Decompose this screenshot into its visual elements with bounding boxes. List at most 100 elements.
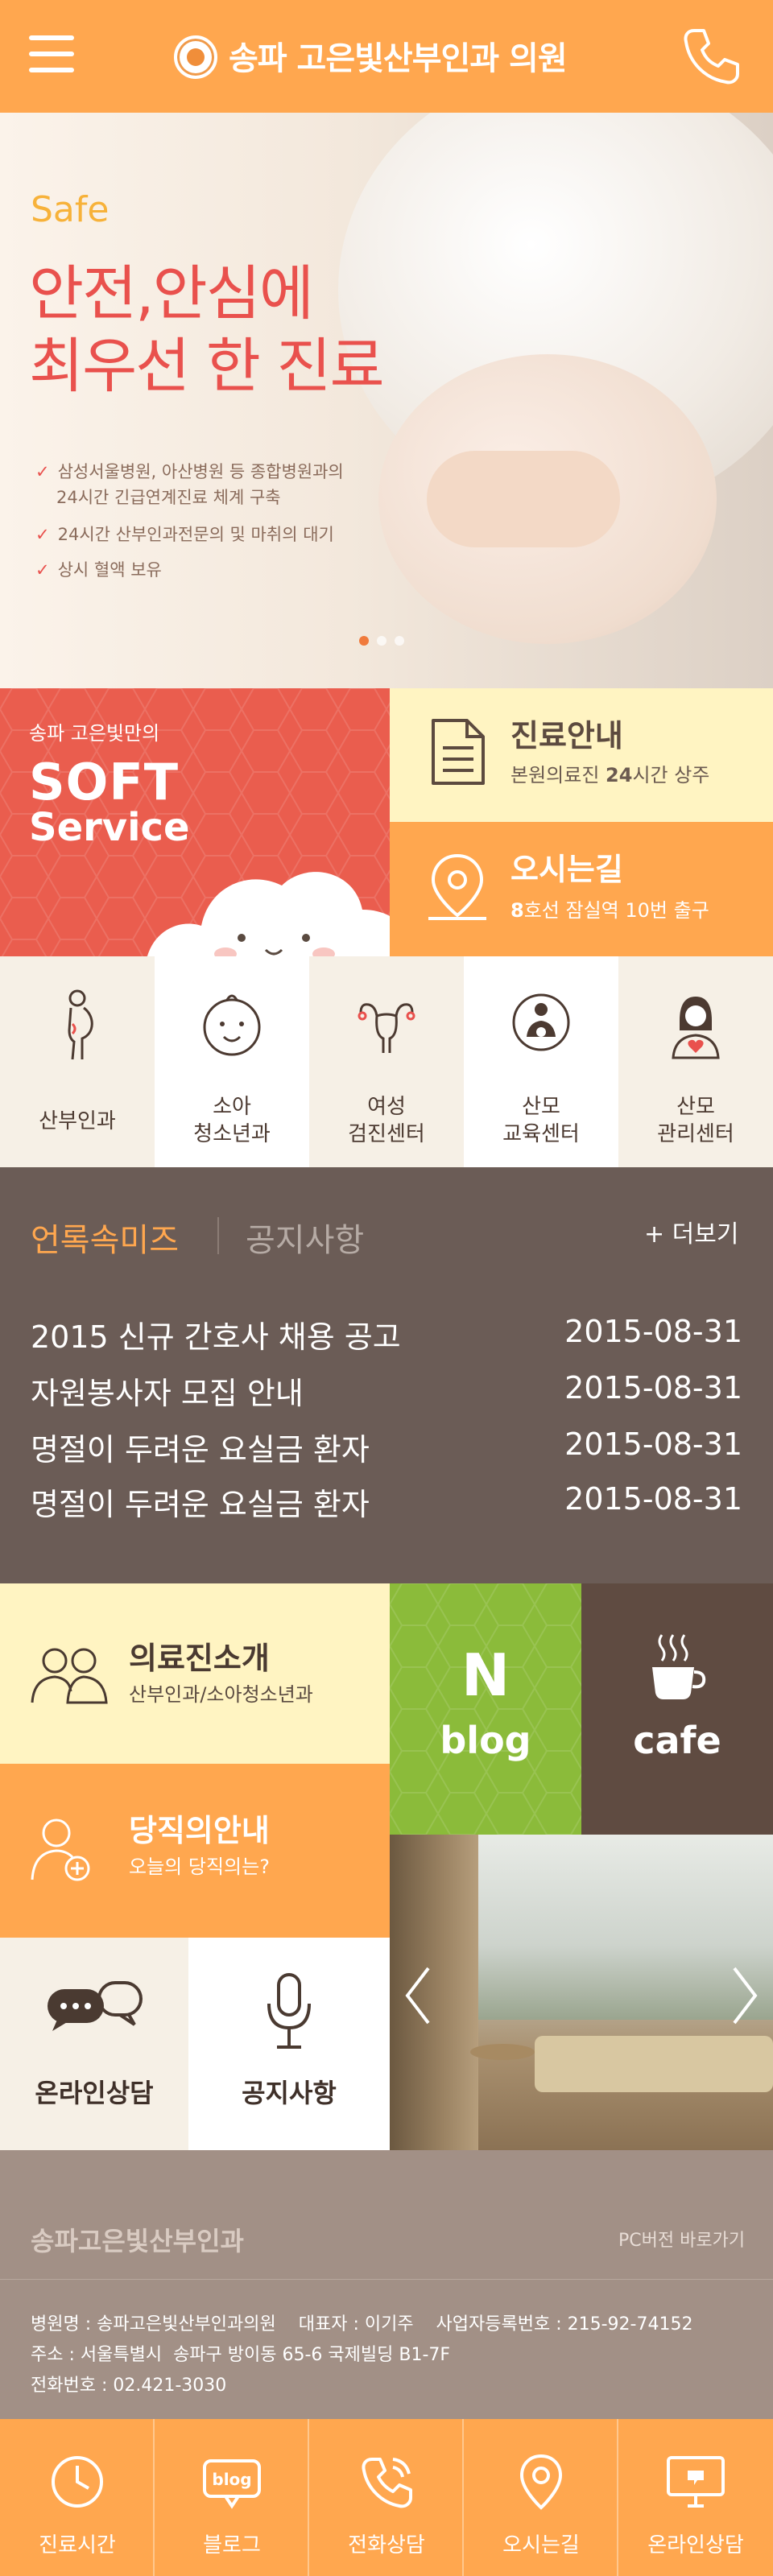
nav-label: 블로그 [203,2533,261,2557]
footer-info: 주소 : 서울특별시 송파구 방이동 65-6 국제빌딩 B1-7F [31,2345,451,2365]
gallery-sofa [535,2036,773,2092]
doctors-sub: 산부인과/소아청소년과 [129,1683,313,1706]
soft-service-title: SOFT [29,753,180,811]
notice-title: 명절이 두려운 요실금 환자 [31,1487,370,1522]
care-info-card[interactable]: 진료안내 본원의료진 24시간 상주 [390,688,773,822]
doctors-title: 의료진소개 [129,1641,270,1676]
nav-directions[interactable]: 오시는길 [464,2419,618,2576]
notice-date: 2015-08-31 [564,1370,742,1406]
online-consult-label: 온라인상담 [35,2078,154,2108]
center-mother-care[interactable]: 산모 관리센터 [618,956,773,1167]
slide-dots [359,636,404,646]
phone-icon [358,2453,415,2511]
footer-info: 전화번호 : 02.421-3030 [31,2376,227,2396]
nav-phone[interactable]: 전화상담 [309,2419,464,2576]
hospital-emblem-icon[interactable] [174,35,217,79]
facility-gallery[interactable] [390,1835,773,2150]
cafe-link[interactable]: cafe [581,1583,773,1835]
notice-row[interactable]: 명절이 두려운 요실금 환자 2015-08-31 [31,1425,742,1473]
slide-dot[interactable] [359,636,369,646]
center-women-checkup[interactable]: 여성 검진센터 [309,956,464,1167]
footer-brand: 송파고은빛산부인과 [31,2226,244,2256]
mother-heart-icon [663,989,728,1061]
online-consult-card[interactable]: 온라인상담 [0,1938,188,2150]
hexagon-pattern [390,1583,581,1835]
notice-row[interactable]: 명절이 두려운 요실금 환자 2015-08-31 [31,1480,742,1528]
directions-title: 오시는길 [511,852,623,887]
center-label: 산부인과 [39,1109,116,1133]
directions-card[interactable]: 오시는길 8호선 잠실역 10번 출구 [390,822,773,956]
baby-face-icon [200,989,264,1061]
tab-divider [217,1217,219,1254]
center-label: 산모 관리센터 [657,1095,734,1146]
more-link[interactable]: + 더보기 [644,1214,738,1249]
hero-point: ✓ 24시간 산부인과전문의 및 마취의 대기 [35,525,334,544]
location-pin-icon [512,2453,570,2511]
tab-notice[interactable]: 공지사항 [246,1214,364,1261]
naver-blog-link[interactable]: N blog [390,1583,581,1835]
notice-card[interactable]: 공지사항 [188,1938,390,2150]
soft-service-pre: 송파 고은빛만의 [29,722,160,745]
hero-slider[interactable]: Safe 안전,안심에 최우선 한 진료 ✓ 삼성서울병원, 아산병원 등 종합병… [0,113,773,688]
blog-label: blog [440,1719,531,1762]
center-label: 여성 검진센터 [348,1095,425,1146]
svg-text:blog: blog [212,2470,251,2489]
gallery-table [470,2044,535,2060]
slide-dot[interactable] [395,636,404,646]
notice-row[interactable]: 2015 신규 간호사 채용 공고 2015-08-31 [31,1312,742,1360]
notice-date: 2015-08-31 [564,1426,742,1462]
chat-bubbles-icon [44,1978,144,2034]
nav-blog[interactable]: blog 블로그 [155,2419,309,2576]
duty-sub: 오늘의 당직의는? [129,1856,270,1878]
notice-date: 2015-08-31 [564,1314,742,1349]
slide-dot[interactable] [377,636,386,646]
notice-row[interactable]: 자원봉사자 모집 안내 2015-08-31 [31,1368,742,1417]
tab-press[interactable]: 언록속미즈 [31,1214,179,1261]
document-icon [430,717,486,786]
check-icon: ✓ [35,462,50,481]
nav-online-consult[interactable]: 온라인상담 [618,2419,773,2576]
doctors-intro-card[interactable]: 의료진소개 산부인과/소아청소년과 [0,1583,390,1764]
hero-point-cont: 24시간 긴급연계진료 체계 구축 [56,488,281,507]
hero-point: ✓ 삼성서울병원, 아산병원 등 종합병원과의 [35,462,344,481]
microphone-icon [262,1971,316,2052]
add-user-icon [29,1814,93,1886]
nav-label: 전화상담 [348,2533,425,2557]
check-icon: ✓ [35,560,50,580]
center-mother-education[interactable]: 산모 교육센터 [464,956,618,1167]
duty-title: 당직의안내 [129,1813,270,1848]
center-pediatrics[interactable]: 소아 청소년과 [155,956,309,1167]
check-icon: ✓ [35,525,50,544]
cloud-mascot-icon [137,837,390,956]
nav-label: 진료시간 [39,2533,116,2557]
notice-label: 공지사항 [242,2078,337,2108]
chevron-right-icon[interactable] [730,1963,762,2028]
site-title[interactable]: 송파 고은빛산부인과 의원 [229,32,568,79]
notice-title: 명절이 두려운 요실금 환자 [31,1432,370,1468]
coffee-cup-icon [647,1632,707,1704]
hero-point: ✓ 상시 혈액 보유 [35,560,162,580]
doctors-icon [29,1641,110,1706]
nav-hours[interactable]: 진료시간 [0,2419,155,2576]
footer: 송파고은빛산부인과 PC버전 바로가기 병원명 : 송파고은빛산부인과의원 대표… [0,2150,773,2419]
cafe-label: cafe [633,1719,721,1762]
phone-icon[interactable] [676,23,744,90]
soft-service-banner[interactable]: 송파 고은빛만의 SOFT Service [0,688,390,956]
clock-icon [48,2453,106,2511]
center-label: 산모 교육센터 [502,1095,580,1146]
header: 송파 고은빛산부인과 의원 [0,0,773,113]
center-menu: 산부인과 소아 청소년과 여성 검진센터 산모 교육센터 산모 관리센터 [0,956,773,1167]
chevron-left-icon[interactable] [401,1963,433,2028]
gallery-window [462,1835,773,2020]
center-label: 소아 청소년과 [193,1095,271,1146]
pc-version-link[interactable]: PC버전 바로가기 [618,2226,745,2252]
center-obgyn[interactable]: 산부인과 [0,956,155,1167]
notice-title: 자원봉사자 모집 안내 [31,1376,304,1411]
nav-label: 온라인상담 [647,2533,744,2557]
bottom-nav: 진료시간 blog 블로그 전화상담 오시는길 온라인상담 [0,2419,773,2576]
uterus-icon [354,989,419,1061]
monitor-chat-icon [667,2453,725,2511]
footer-divider [0,2279,773,2280]
on-duty-card[interactable]: 당직의안내 오늘의 당직의는? [0,1764,390,1938]
hamburger-icon[interactable] [29,35,74,77]
